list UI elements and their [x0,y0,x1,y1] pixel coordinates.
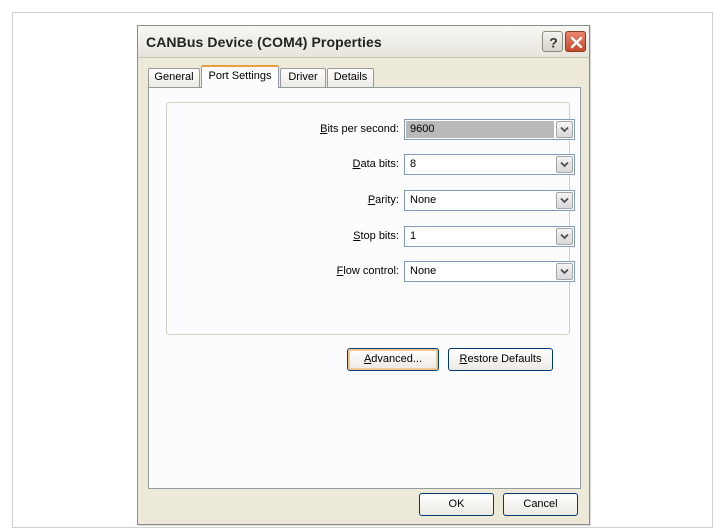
stop-bits-combo[interactable]: 1 [404,226,575,247]
data-bits-dropdown-button[interactable] [556,156,573,173]
chevron-down-icon [560,161,569,168]
tab-driver-label: Driver [288,71,318,83]
chevron-down-icon [560,233,569,240]
chevron-down-icon [560,197,569,204]
tab-general-label: General [154,71,194,83]
close-button[interactable] [565,31,586,52]
bits-per-second-value: 9600 [410,123,435,135]
chevron-down-icon [560,268,569,275]
help-button[interactable]: ? [542,31,563,52]
tab-driver[interactable]: Driver [280,68,326,87]
tab-details[interactable]: Details [327,68,374,87]
data-bits-value: 8 [410,158,417,170]
tab-general[interactable]: General [148,68,200,87]
parity-combo[interactable]: None [404,190,575,211]
window-title: CANBus Device (COM4) Properties [146,34,382,50]
chevron-down-icon [560,126,569,133]
ok-button[interactable]: OK [419,493,494,516]
help-glyph: ? [549,35,558,51]
stop-bits-label: Stop bits: [353,230,399,242]
properties-dialog: CANBus Device (COM4) Properties ? Genera… [137,25,590,525]
parity-label: Parity: [367,194,399,206]
help-icon: ? [549,35,558,51]
tab-port-settings[interactable]: Port Settings [201,65,279,88]
bits-per-second-combo[interactable]: 9600 [404,119,575,140]
flow-control-combo[interactable]: None [404,261,575,282]
stop-bits-dropdown-button[interactable] [556,228,573,245]
parity-value: None [410,194,437,206]
restore-defaults-button[interactable]: Restore Defaults [448,348,553,371]
title-bar[interactable]: CANBus Device (COM4) Properties ? [138,26,589,58]
flow-control-label: Flow control: [336,265,399,277]
tab-port-settings-label: Port Settings [208,70,272,82]
bits-per-second-dropdown-button[interactable] [556,121,573,138]
parity-dropdown-button[interactable] [556,192,573,209]
cancel-button[interactable]: Cancel [503,493,578,516]
flow-control-value: None [410,265,437,277]
data-bits-label: Data bits: [352,158,399,170]
flow-control-dropdown-button[interactable] [556,263,573,280]
bits-per-second-label: Bits per second: [320,123,399,135]
data-bits-combo[interactable]: 8 [404,154,575,175]
port-settings-panel: Bits per second: 9600 Data bits: 8 Parit… [148,87,581,489]
advanced-button[interactable]: Advanced... [347,348,439,371]
stop-bits-value: 1 [410,230,417,242]
tab-details-label: Details [333,71,368,83]
close-icon [570,36,583,49]
settings-group: Bits per second: 9600 Data bits: 8 Parit… [166,102,575,335]
